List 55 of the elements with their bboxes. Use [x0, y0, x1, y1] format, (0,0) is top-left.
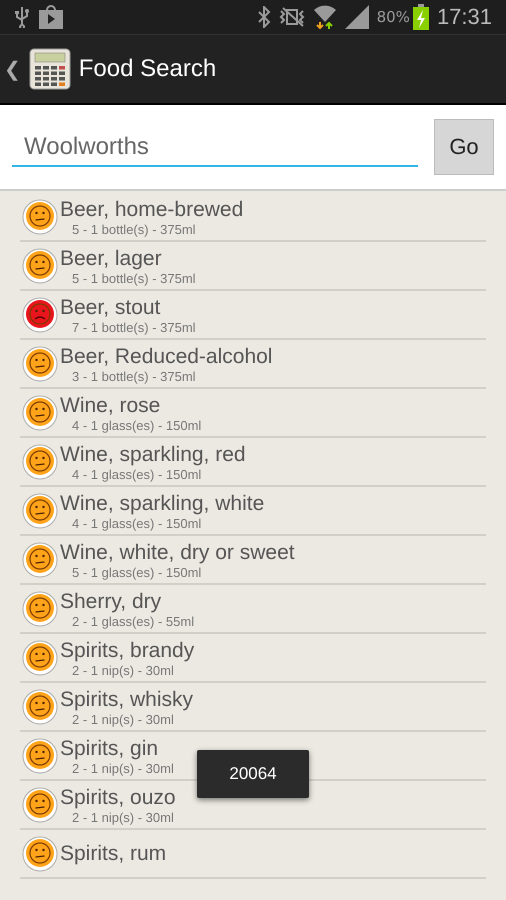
- clock-time: 17:31: [436, 4, 492, 30]
- food-serving-info: 5 - 1 glass(es) - 150ml: [71, 564, 202, 580]
- neutral-face-icon: [22, 836, 58, 872]
- bluetooth-icon: [256, 6, 271, 28]
- neutral-face-icon: [22, 444, 58, 480]
- food-serving-info: 2 - 1 nip(s) - 30ml: [71, 662, 175, 678]
- food-name[interactable]: Beer, Reduced-alcohol: [60, 344, 272, 368]
- food-name[interactable]: Wine, rose: [60, 392, 202, 418]
- neutral-face-icon: [22, 786, 58, 822]
- food-serving-info: 2 - 1 glass(es) - 55ml: [71, 614, 194, 628]
- neutral-face-icon: [22, 640, 58, 676]
- neutral-face-icon: [22, 738, 58, 774]
- food-serving-info: 2 - 1 nip(s) - 30ml: [71, 712, 175, 726]
- sad-face-icon: [22, 296, 58, 332]
- neutral-face-icon: [22, 688, 58, 724]
- food-name[interactable]: Spirits, rum: [60, 841, 166, 866]
- food-name[interactable]: Sherry, dry: [60, 588, 194, 614]
- battery-charging-icon: [412, 4, 429, 30]
- food-serving-info: 7 - 1 bottle(s) - 375ml: [71, 320, 196, 334]
- food-name[interactable]: Wine, sparkling, white: [60, 490, 264, 516]
- toast-message: 20064: [197, 750, 309, 798]
- food-serving-info: 5 - 1 bottle(s) - 375ml: [71, 270, 196, 286]
- food-name[interactable]: Beer, home-brewed: [60, 196, 244, 222]
- food-name[interactable]: Spirits, whisky: [60, 686, 194, 712]
- neutral-face-icon: [22, 542, 58, 578]
- screen-title: Food Search: [78, 55, 216, 83]
- neutral-face-icon: [22, 590, 58, 626]
- back-button[interactable]: ❮: [4, 57, 21, 81]
- food-serving-info: 4 - 1 glass(es) - 150ml: [71, 466, 202, 482]
- food-serving-info: 4 - 1 glass(es) - 150ml: [71, 516, 202, 530]
- neutral-face-icon: [22, 248, 58, 284]
- signal-icon: [344, 5, 369, 29]
- neutral-face-icon: [22, 198, 58, 234]
- wifi-icon: [312, 4, 337, 30]
- food-name[interactable]: Beer, stout: [60, 294, 196, 320]
- food-serving-info: 3 - 1 bottle(s) - 375ml: [71, 368, 197, 384]
- go-button[interactable]: Go: [434, 119, 494, 175]
- food-name[interactable]: Spirits, gin: [60, 736, 174, 760]
- food-serving-info: 5 - 1 bottle(s) - 375ml: [71, 222, 197, 236]
- food-name[interactable]: Spirits, ouzo: [60, 784, 176, 810]
- food-serving-info: 4 - 1 glass(es) - 150ml: [71, 418, 202, 432]
- shopping-bag-play-icon: [38, 5, 64, 29]
- food-name[interactable]: Spirits, brandy: [60, 638, 194, 662]
- neutral-face-icon: [22, 346, 58, 382]
- food-serving-info: 2 - 1 nip(s) - 30ml: [71, 760, 174, 776]
- battery-percentage: 80%: [376, 8, 410, 26]
- usb-icon: [14, 6, 30, 28]
- food-serving-info: 2 - 1 nip(s) - 30ml: [71, 810, 175, 824]
- calculator-icon[interactable]: [28, 48, 71, 90]
- food-name[interactable]: Wine, sparkling, red: [60, 442, 246, 466]
- neutral-face-icon: [22, 492, 58, 528]
- mute-vibrate-icon: [278, 7, 305, 27]
- food-name[interactable]: Wine, white, dry or sweet: [60, 540, 295, 564]
- neutral-face-icon: [22, 394, 58, 430]
- food-name[interactable]: Beer, lager: [60, 246, 196, 270]
